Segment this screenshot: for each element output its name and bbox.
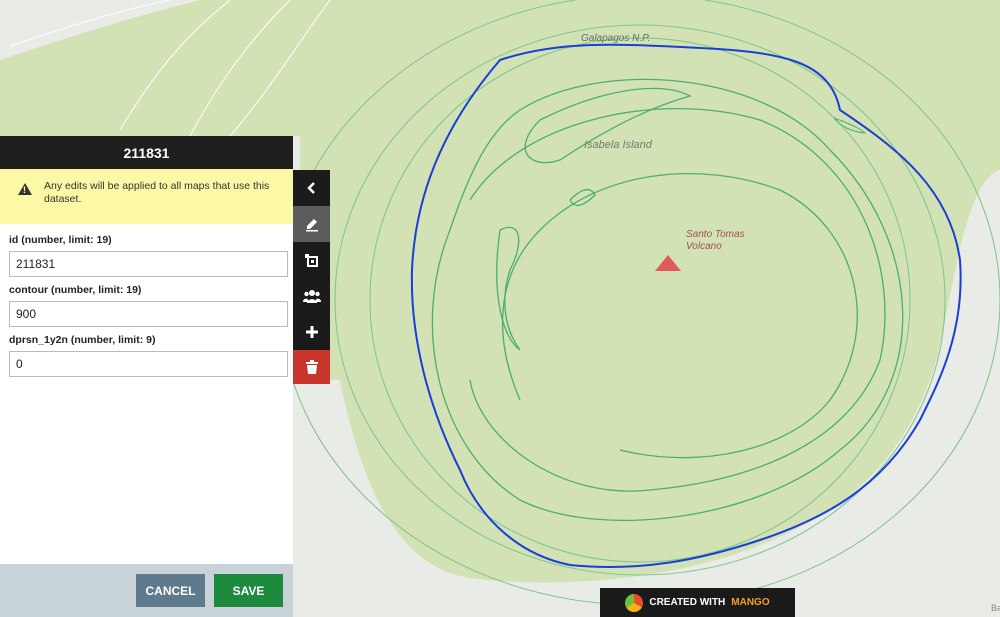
edit-button[interactable] (293, 206, 330, 242)
collapse-button[interactable] (293, 170, 330, 206)
mango-logo-icon (625, 593, 644, 612)
field-dprsn-label: dprsn_1y2n (number, limit: 9) (9, 334, 156, 346)
warning-banner: Any edits will be applied to all maps th… (0, 169, 293, 224)
map-label-volcano: Santo Tomas Volcano (686, 229, 745, 253)
field-contour-input[interactable] (9, 301, 288, 327)
panel-title: 211831 (0, 136, 293, 169)
map-label-park: Galapagos N.P. (581, 33, 651, 44)
field-id-input[interactable] (9, 251, 288, 277)
trash-icon (305, 360, 318, 374)
chevron-left-icon (306, 182, 315, 194)
field-id: id (number, limit: 19) (9, 234, 288, 277)
map-label-island: Isabela Island (584, 139, 652, 151)
edit-toolbar (293, 170, 330, 384)
delete-button[interactable] (293, 350, 330, 384)
plus-icon (305, 326, 318, 338)
users-icon (302, 290, 321, 303)
field-dprsn: dprsn_1y2n (number, limit: 9) (9, 334, 288, 377)
transform-icon (304, 254, 318, 267)
field-contour: contour (number, limit: 19) (9, 284, 288, 327)
badge-accent: MANGO (731, 597, 770, 608)
map-attribution[interactable]: Ba (991, 603, 1000, 613)
cancel-button[interactable]: CANCEL (136, 574, 205, 607)
created-with-mango-badge[interactable]: CREATED WITH MANGO (600, 588, 795, 617)
field-contour-label: contour (number, limit: 19) (9, 284, 142, 296)
field-dprsn-input[interactable] (9, 351, 288, 377)
group-button[interactable] (293, 278, 330, 314)
add-button[interactable] (293, 314, 330, 350)
pencil-icon (305, 219, 318, 232)
badge-text: CREATED WITH (649, 597, 726, 608)
save-button[interactable]: SAVE (214, 574, 283, 607)
transform-button[interactable] (293, 242, 330, 278)
panel-footer: CANCEL SAVE (0, 564, 293, 617)
edit-panel: 211831 Any edits will be applied to all … (0, 136, 293, 617)
warning-icon (18, 183, 32, 195)
field-id-label: id (number, limit: 19) (9, 234, 112, 246)
warning-text: Any edits will be applied to all maps th… (44, 180, 270, 205)
volcano-label-line1: Santo Tomas (686, 229, 745, 240)
volcano-icon (655, 255, 681, 271)
field-list: id (number, limit: 19) contour (number, … (0, 224, 293, 377)
volcano-label-line2: Volcano (686, 241, 722, 252)
